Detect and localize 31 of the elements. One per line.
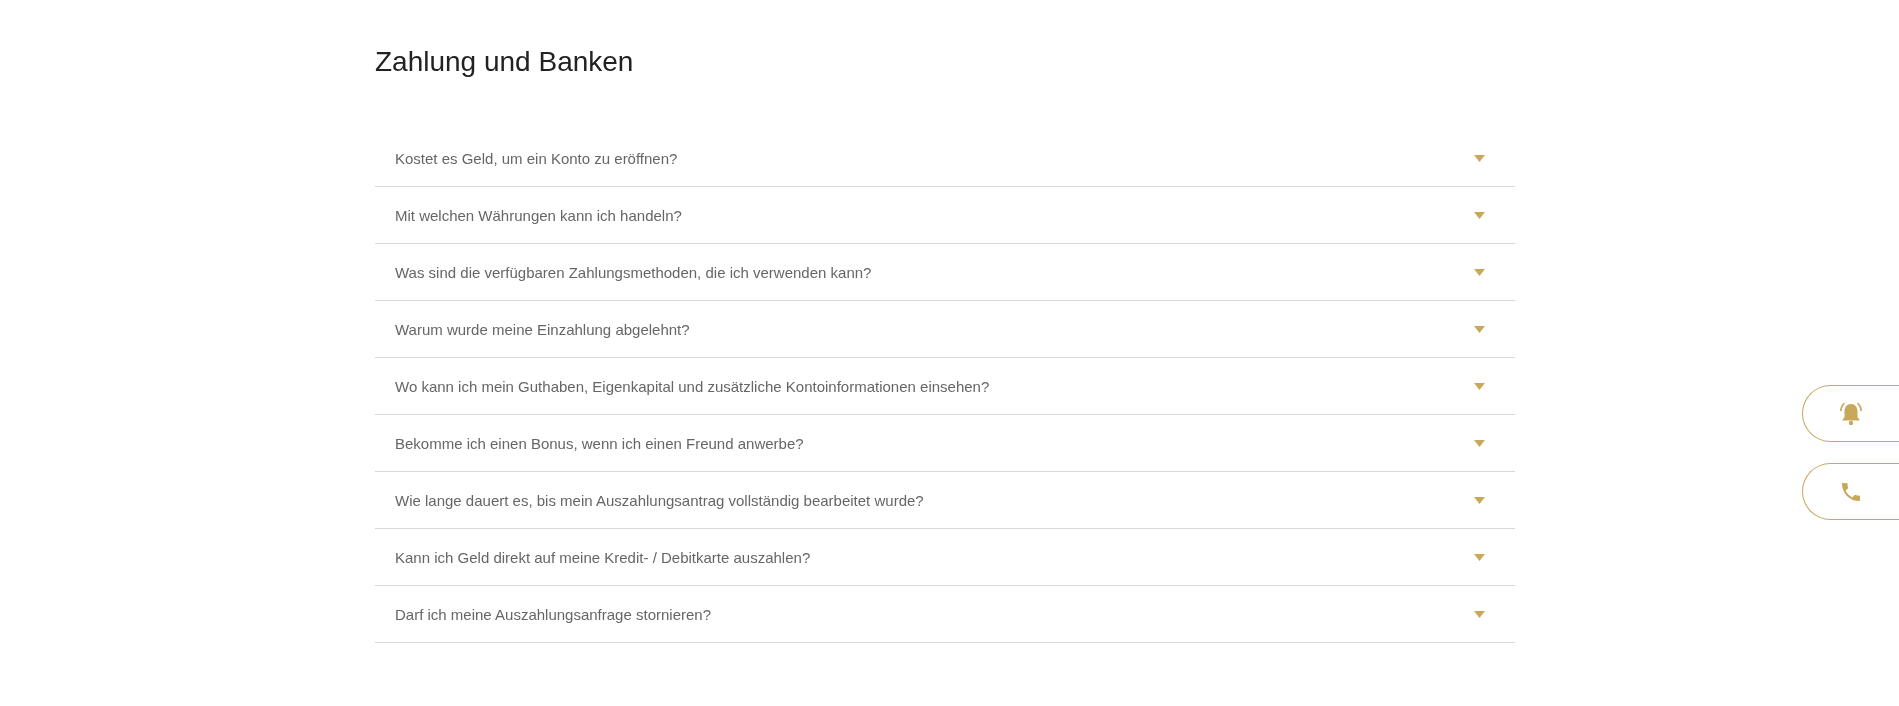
faq-question: Wie lange dauert es, bis mein Auszahlungsantrag vollständig bearbeitet wurde?: [395, 491, 924, 509]
section-title: Zahlung und Banken: [375, 45, 635, 79]
faq-question: Mit welchen Währungen kann ich handeln?: [395, 206, 682, 224]
faq-item[interactable]: Mit welchen Währungen kann ich handeln?: [375, 187, 1515, 244]
faq-item[interactable]: Bekomme ich einen Bonus, wenn ich einen Freund anwerbe?: [375, 415, 1515, 472]
call-button[interactable]: [1802, 463, 1899, 520]
caret-icon: [1474, 211, 1485, 219]
faq-item[interactable]: Kostet es Geld, um ein Konto zu eröffnen?: [375, 130, 1515, 187]
bell-icon: [1837, 400, 1865, 427]
caret-icon: [1474, 154, 1485, 162]
faq-item[interactable]: Darf ich meine Auszahlungsanfrage stornieren?: [375, 586, 1515, 643]
caret-icon: [1474, 382, 1485, 390]
faq-item[interactable]: Kann ich Geld direkt auf meine Kredit- / Debitkarte auszahlen?: [375, 529, 1515, 586]
caret-icon: [1474, 496, 1485, 504]
caret-icon: [1474, 553, 1485, 561]
faq-question: Kann ich Geld direkt auf meine Kredit- / Debitkarte auszahlen?: [395, 548, 811, 566]
faq-question: Wo kann ich mein Guthaben, Eigenkapital und zusätzliche Kontoinformationen einsehen?: [395, 377, 990, 395]
caret-icon: [1474, 268, 1485, 276]
faq-item[interactable]: Wie lange dauert es, bis mein Auszahlungsantrag vollständig bearbeitet wurde?: [375, 472, 1515, 529]
faq-question: Bekomme ich einen Bonus, wenn ich einen Freund anwerbe?: [395, 434, 804, 452]
faq-item[interactable]: Was sind die verfügbaren Zahlungsmethoden, die ich verwenden kann?: [375, 244, 1515, 301]
faq-question: Darf ich meine Auszahlungsanfrage stornieren?: [395, 605, 712, 623]
faq-item[interactable]: Warum wurde meine Einzahlung abgelehnt?: [375, 301, 1515, 358]
notification-button[interactable]: [1802, 385, 1899, 442]
faq-question: Kostet es Geld, um ein Konto zu eröffnen?: [395, 149, 678, 167]
caret-icon: [1474, 610, 1485, 618]
caret-icon: [1474, 439, 1485, 447]
faq-question: Was sind die verfügbaren Zahlungsmethoden, die ich verwenden kann?: [395, 263, 872, 281]
faq-item[interactable]: Wo kann ich mein Guthaben, Eigenkapital und zusätzliche Kontoinformationen einsehen?: [375, 358, 1515, 415]
faq-question: Warum wurde meine Einzahlung abgelehnt?: [395, 320, 690, 338]
caret-icon: [1474, 325, 1485, 333]
